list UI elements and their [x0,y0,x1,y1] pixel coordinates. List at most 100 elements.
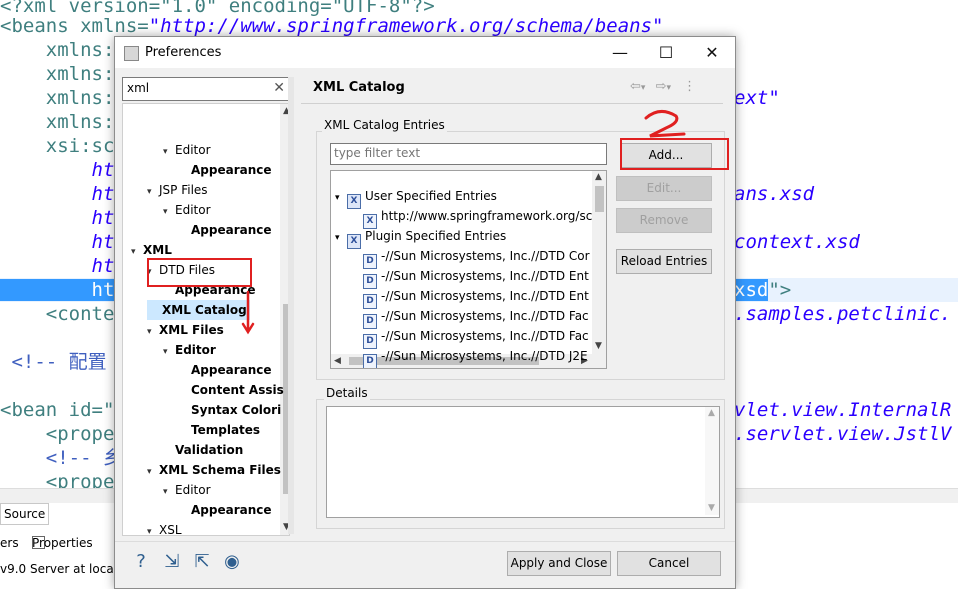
cancel-button[interactable]: Cancel [617,551,721,576]
tree-item[interactable]: Syntax Colori [179,400,281,420]
entries-scroll-left-icon[interactable]: ◀ [334,356,341,366]
expand-twisty-icon[interactable]: ▾ [163,482,175,502]
tree-item[interactable]: Appearance [179,160,272,180]
code-line[interactable]: ht [0,206,115,230]
tree-item-xml-catalog[interactable]: XML Catalog [147,300,250,320]
view-menu-icon[interactable]: ⋮ [683,79,696,94]
catalog-entry[interactable]: D -//Sun Microsystems, Inc.//DTD Ent [351,266,589,289]
expand-twisty-icon[interactable]: ▾ [335,228,347,248]
page-header-divider [301,103,723,104]
servers-tab-label[interactable]: ers [0,536,19,550]
code-line[interactable]: ht [0,182,115,206]
forward-dropdown-icon[interactable]: ▾ [666,83,671,93]
entry-category[interactable]: ▾ X Plugin Specified Entries [335,226,506,249]
expand-twisty-icon[interactable]: ▾ [163,342,175,362]
clear-filter-icon[interactable]: ✕ [273,80,285,96]
code-line[interactable]: <bean id=" [0,398,114,422]
forward-arrow-icon[interactable]: ⇨ [656,79,667,94]
code-fragment: .samples.petclinic. [734,302,951,326]
code-token: <prope [0,423,115,445]
code-line[interactable]: xsi:sc [0,134,115,158]
tree-item[interactable]: Appearance [179,220,272,240]
tree-item[interactable]: ▾ JSP Files [147,180,208,200]
code-line[interactable]: <prope [0,422,115,446]
tree-item[interactable]: ▾ XML [131,240,172,260]
tree-item[interactable]: ▾ Editor [163,200,211,220]
code-line[interactable]: <prope [0,470,115,490]
catalog-entries-tree[interactable]: ▲ ▼ ◀ ▶ ▾ X User Specified Entries Xhttp://… [330,170,607,369]
code-line[interactable]: <!-- 配置 [0,350,107,374]
entries-vscroll-thumb[interactable] [595,186,604,212]
remove-button[interactable]: Remove [616,208,712,233]
expand-twisty-icon[interactable]: ▾ [163,202,175,222]
code-line[interactable]: ht [0,254,115,278]
code-token: context.xsd [734,231,860,253]
expand-twisty-icon[interactable]: ▾ [147,182,159,202]
code-token: .samples.petclinic. [734,303,952,325]
catalog-entry[interactable]: D -//Sun Microsystems, Inc.//DTD Fac [351,306,589,329]
expand-twisty-icon[interactable]: ▾ [163,142,175,162]
tree-item[interactable]: Appearance [179,500,272,520]
expand-twisty-icon[interactable]: ▾ [147,522,159,535]
entries-filter[interactable] [330,143,607,165]
preference-filter-input[interactable] [123,78,267,98]
maximize-button[interactable]: ☐ [643,37,689,68]
code-token: <bean id=" [0,399,115,421]
expand-twisty-icon[interactable]: ▾ [335,188,347,208]
code-line[interactable]: <!-- 乡 [0,446,122,470]
tree-item[interactable]: ▾ XML Schema Files [147,460,281,480]
catalog-entry[interactable]: D -//Sun Microsystems, Inc.//DTD J2E [351,346,588,368]
code-line[interactable]: <conte [0,302,115,326]
minimize-button[interactable]: — [597,37,643,68]
catalog-entry[interactable]: D -//Sun Microsystems, Inc.//DTD Ent [351,286,589,309]
edit-button[interactable]: Edit... [616,176,712,201]
code-line[interactable]: <beans xmlns="http://www.springframework… [0,14,663,38]
tree-item-label: Editor [175,143,211,157]
code-line[interactable]: ht [0,158,115,182]
entries-scroll-down-icon[interactable]: ▼ [595,341,602,351]
entry-category[interactable]: ▾ X User Specified Entries [335,186,497,209]
dialog-titlebar[interactable]: Preferences — ☐ ✕ [115,37,735,68]
record-icon[interactable]: ◉ [221,551,243,573]
preferences-tree[interactable]: ▲ ▼ ▾ Editor Appearance ▾ JSP Files ▾ Editor Ap… [122,103,290,536]
tree-item[interactable]: Templates [179,420,260,440]
apply-and-close-button[interactable]: Apply and Close [507,551,611,576]
entries-vertical-scrollbar[interactable]: ▲ ▼ [592,171,606,354]
expand-twisty-icon[interactable]: ▾ [131,242,143,262]
source-tab[interactable]: Source [0,503,49,525]
tree-item[interactable]: Appearance [179,360,272,380]
catalog-entry[interactable]: D -//Sun Microsystems, Inc.//DTD Fac [351,326,589,349]
entries-scroll-up-icon[interactable]: ▲ [595,172,602,182]
code-line[interactable]: xmlns: [0,38,115,62]
expand-twisty-icon[interactable]: ▾ [147,462,159,482]
catalog-entry[interactable]: D -//Sun Microsystems, Inc.//DTD Cor [351,246,590,269]
expand-twisty-icon[interactable]: ▾ [147,322,159,342]
entries-filter-input[interactable] [331,144,604,162]
code-line[interactable]: xmlns: [0,110,115,134]
tree-item[interactable]: ▾ XML Files [147,320,224,340]
back-arrow-icon[interactable]: ⇦ [630,79,641,94]
export-icon[interactable]: ⇱ [191,551,213,573]
tree-item[interactable]: ▾ Editor [163,140,211,160]
back-dropdown-icon[interactable]: ▾ [641,83,646,93]
code-line[interactable]: ht [0,230,115,254]
tree-item-label: XSL [159,523,182,536]
details-text-area[interactable]: ▲ ▼ [326,406,720,518]
tree-item[interactable]: ▾ Editor [163,480,211,500]
details-vertical-scrollbar[interactable]: ▲ ▼ [705,407,719,515]
pane-sash[interactable] [288,77,294,534]
tree-item[interactable]: ▾ Editor [163,340,216,360]
code-line[interactable]: xmlns: [0,62,115,86]
tree-item[interactable]: ▾ XSL [147,520,182,536]
code-line[interactable]: xmlns: [0,86,115,110]
help-icon[interactable]: ? [130,551,152,573]
close-button[interactable]: ✕ [689,37,735,68]
code-fragment: context.xsd [734,230,860,254]
code-token: <!-- 配置 [0,351,107,373]
tree-item[interactable]: Validation [163,440,243,460]
import-icon[interactable]: ⇲ [161,551,183,573]
reload-entries-button[interactable]: Reload Entries [616,249,712,274]
catalog-entry[interactable]: Xhttp://www.springframework.org/sc [351,206,592,229]
tree-item[interactable]: Content Assis [179,380,284,400]
preference-filter[interactable]: ✕ [122,77,290,101]
